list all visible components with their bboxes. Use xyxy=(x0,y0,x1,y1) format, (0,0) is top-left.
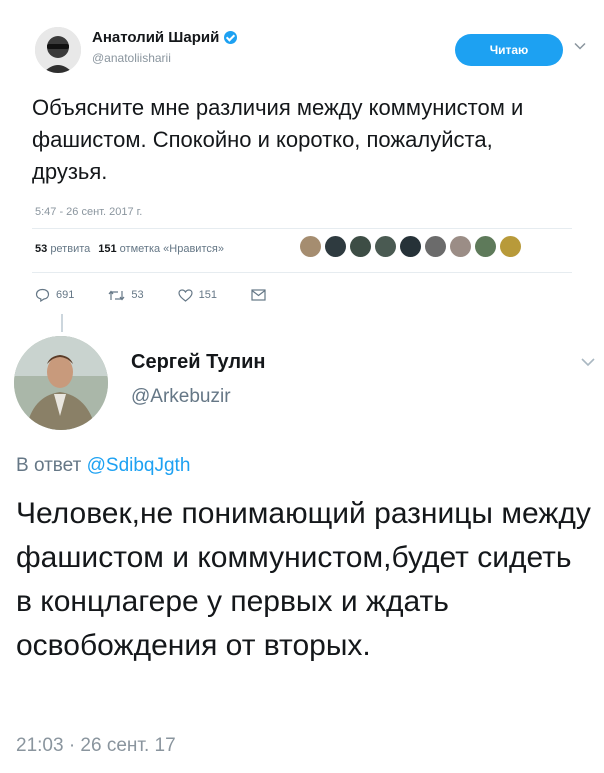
like-action[interactable]: 151 xyxy=(178,288,217,302)
replying-to-handle-link[interactable]: @SdibqJgth xyxy=(87,455,191,476)
heart-icon xyxy=(178,288,193,302)
chevron-down-icon[interactable] xyxy=(574,40,586,52)
reply-author-name[interactable]: Сергей Тулин xyxy=(131,351,265,374)
tweet-text: Объясните мне различия между коммунистом… xyxy=(32,95,524,184)
reply-count: 691 xyxy=(56,289,75,301)
like-stat[interactable]: 151 отметка «Нравится» xyxy=(98,243,224,255)
liker-avatar[interactable] xyxy=(450,236,471,257)
liker-avatar[interactable] xyxy=(500,236,521,257)
author-name[interactable]: Анатолий Шарий xyxy=(92,29,238,46)
following-button[interactable]: Читаю xyxy=(455,34,563,66)
reply-action[interactable]: 691 xyxy=(35,288,74,302)
retweet-count: 53 xyxy=(131,289,144,301)
retweet-action[interactable]: 53 xyxy=(108,289,144,302)
reply-tweet-timestamp[interactable]: 21:03 · 26 сент. 17 xyxy=(16,735,176,757)
tweet-actions: 691 53 151 xyxy=(35,288,300,302)
liker-avatar[interactable] xyxy=(400,236,421,257)
liker-avatar[interactable] xyxy=(350,236,371,257)
liker-avatars xyxy=(300,236,521,257)
chevron-down-icon[interactable] xyxy=(580,354,596,370)
retweet-stat[interactable]: 53 ретвита xyxy=(35,243,90,255)
liker-avatar[interactable] xyxy=(475,236,496,257)
author-handle[interactable]: @anatoliisharii xyxy=(92,51,171,65)
avatar-photo-icon xyxy=(35,27,81,73)
reply-tweet-text: Человек,не понимающий разницы между фаши… xyxy=(16,497,591,662)
replying-to-label: В ответ xyxy=(16,455,82,476)
direct-message-action[interactable] xyxy=(251,289,266,301)
retweet-icon xyxy=(108,290,125,300)
author-avatar[interactable] xyxy=(35,27,81,73)
like-count: 151 xyxy=(198,289,217,301)
avatar-photo-icon xyxy=(14,336,108,430)
envelope-icon xyxy=(251,289,266,301)
reply-author-handle[interactable]: @Arkebuzir xyxy=(131,386,231,408)
tweet-stats: 53 ретвита 151 отметка «Нравится» xyxy=(35,243,224,255)
liker-avatar[interactable] xyxy=(375,236,396,257)
liker-avatar[interactable] xyxy=(300,236,321,257)
replying-to: В ответ @SdibqJgth xyxy=(16,455,190,477)
reply-author-avatar[interactable] xyxy=(14,336,108,430)
divider xyxy=(32,228,572,229)
verified-badge-icon xyxy=(224,31,238,44)
liker-avatar[interactable] xyxy=(425,236,446,257)
liker-avatar[interactable] xyxy=(325,236,346,257)
thread-connector xyxy=(61,314,63,332)
divider xyxy=(32,272,572,273)
author-name-text: Анатолий Шарий xyxy=(92,29,220,46)
tweet-timestamp[interactable]: 5:47 - 26 сент. 2017 г. xyxy=(35,206,142,218)
reply-icon xyxy=(35,288,50,302)
